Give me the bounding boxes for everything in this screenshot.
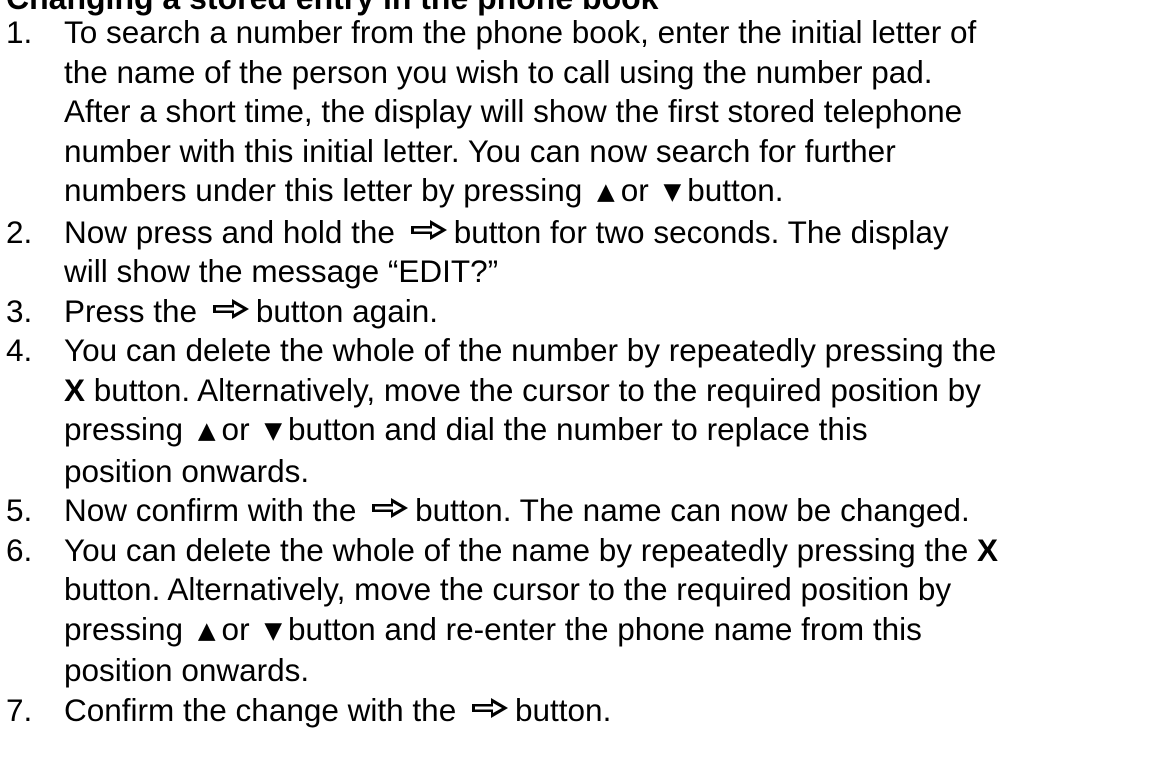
step-1: 1. To search a number from the phone boo… (0, 13, 1167, 213)
step-text-line: pressing ▲ or ▼ button and dial the number… (64, 410, 1167, 452)
manual-page: Changing a stored entry in the phone boo… (0, 0, 1167, 782)
step-text: numbers under this letter by pressing (64, 172, 583, 208)
step-text: You can delete the whole of the name by … (64, 531, 969, 568)
down-triangle-icon: ▼ (264, 418, 283, 444)
step-number: 7. (6, 691, 33, 728)
step-text: Now press and hold the (64, 213, 395, 250)
step-text-line: position onwards. (64, 652, 310, 688)
step-6: 6. You can delete the whole of the name … (0, 531, 1167, 691)
step-text-line: the name of the person you wish to call … (64, 53, 933, 90)
step-text-line: pressing ▲ or ▼ button and re-enter the ph… (64, 610, 1167, 652)
x-key-label: X (64, 371, 86, 408)
step-text: or (221, 610, 250, 647)
steps-list: 1. To search a number from the phone boo… (0, 13, 1167, 730)
step-text-line: Now press and hold the button for two se… (64, 213, 1167, 253)
step-text: button. The name can now be changed. (415, 492, 970, 528)
step-text: button. Alternatively, move the cursor t… (93, 371, 981, 408)
x-key-label: X (976, 531, 998, 568)
step-number: 6. (6, 531, 33, 568)
step-text: button and re-enter the phone name from … (288, 610, 922, 647)
step-number: 3. (6, 292, 33, 329)
step-2: 2. Now press and hold the button for two… (0, 213, 1167, 292)
step-text: pressing (64, 610, 184, 647)
step-text-line: Press the button again. (64, 292, 1167, 332)
step-text: or (620, 172, 649, 208)
step-text-line: You can delete the whole of the name by … (64, 531, 1167, 571)
step-4: 4. You can delete the whole of the numbe… (0, 331, 1167, 491)
up-triangle-icon: ▲ (197, 617, 216, 644)
confirm-arrow-icon (410, 219, 448, 241)
down-triangle-icon: ▼ (264, 617, 283, 644)
step-5: 5. Now confirm with the button. The name… (0, 491, 1167, 531)
step-text-line: Confirm the change with the button. (64, 691, 1167, 731)
step-text-line: position onwards. (64, 452, 310, 489)
step-text-line: numbers under this letter by pressing ▲ o… (64, 171, 1167, 213)
step-text: button and dial the number to replace th… (288, 411, 868, 447)
step-text: or (221, 411, 250, 447)
step-text-line: X button. Alternatively, move the cursor… (64, 371, 1167, 411)
step-text: button for two seconds. The display (453, 213, 949, 250)
step-number: 5. (6, 492, 33, 528)
up-triangle-icon: ▲ (197, 418, 216, 444)
step-number: 2. (6, 213, 33, 250)
step-text-line: button. Alternatively, move the cursor t… (64, 571, 952, 607)
step-number: 4. (6, 332, 33, 368)
up-triangle-icon: ▲ (597, 179, 615, 205)
step-text: button again. (255, 292, 438, 329)
step-text: Confirm the change with the (64, 691, 457, 728)
step-text-line: Now confirm with the button. The name ca… (64, 491, 1167, 531)
step-text-line: number with this initial letter. You can… (64, 132, 896, 169)
step-number: 1. (6, 14, 33, 50)
down-triangle-icon: ▼ (663, 179, 682, 205)
step-text: Now confirm with the (64, 492, 357, 528)
step-text: pressing (64, 411, 184, 447)
step-text-line: will show the message “EDIT?” (64, 253, 499, 289)
step-text: button. (687, 172, 784, 208)
step-text: button. (514, 691, 612, 728)
step-text-line: To search a number from the phone book, … (64, 14, 977, 50)
step-text: Press the (64, 292, 198, 329)
step-text-line: After a short time, the display will sho… (64, 93, 963, 129)
confirm-arrow-icon (371, 497, 409, 519)
step-text-line: You can delete the whole of the number b… (64, 332, 997, 368)
confirm-arrow-icon (471, 697, 509, 719)
confirm-arrow-icon (212, 298, 250, 320)
step-3: 3. Press the button again. (0, 292, 1167, 332)
step-7: 7. Confirm the change with the button. (0, 691, 1167, 731)
